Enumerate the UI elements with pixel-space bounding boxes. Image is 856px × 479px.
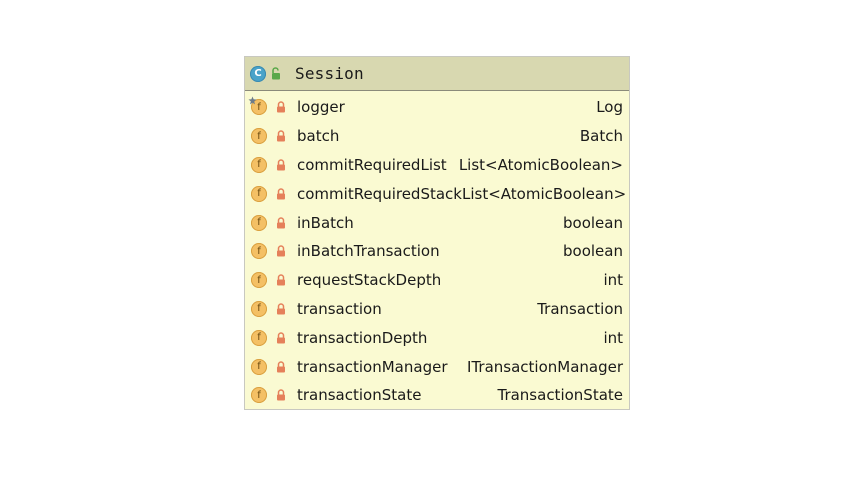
field-type: ITransactionManager [467,357,623,376]
field-type: Batch [579,127,623,146]
field-name: transactionManager [297,357,448,376]
field-icon: f [251,329,267,346]
private-lock-icon [275,101,287,113]
field-row[interactable]: f transactionManager ITransactionManager [245,352,629,381]
field-row[interactable]: f batch Batch [245,122,629,151]
field-type: List<AtomicBoolean> [462,184,627,203]
field-name: requestStackDepth [297,271,442,290]
class-header[interactable]: C Session [245,57,629,91]
field-list: f logger Log f batch Batch f commitRequiredList… [245,91,629,410]
field-name: transaction [297,299,382,318]
class-icon: C [250,65,266,82]
field-row[interactable]: f transaction Transaction [245,295,629,324]
private-lock-icon [275,303,287,315]
field-name: transactionState [297,386,422,405]
field-icon: f [251,243,267,260]
class-name: Session [295,64,364,83]
field-type: Log [596,98,623,117]
field-name: inBatchTransaction [297,242,440,261]
public-unlock-icon [269,67,283,81]
field-row[interactable]: f logger Log [245,93,629,122]
field-icon: f [251,128,267,145]
private-lock-icon [275,332,287,344]
field-icon: f [251,300,267,317]
field-type: int [603,271,623,290]
private-lock-icon [275,216,287,229]
field-type: Transaction [537,299,623,318]
private-lock-icon [275,360,287,373]
private-lock-icon [275,130,287,142]
field-icon: f [251,358,267,375]
field-type: boolean [563,242,623,261]
uml-class-box[interactable]: C Session f logger Log f batch Batch f commitRe… [244,56,630,410]
field-icon: f [251,185,267,202]
field-icon: f [251,387,267,404]
field-row[interactable]: f requestStackDepth int [245,266,629,295]
private-lock-icon [275,389,287,401]
field-type: boolean [563,213,623,232]
private-lock-icon [275,245,287,257]
field-row[interactable]: f commitRequiredList List<AtomicBoolean> [245,151,629,180]
field-name: transactionDepth [297,328,428,347]
static-marker-icon [248,96,257,105]
field-type: TransactionState [497,386,623,405]
field-row[interactable]: f transactionState TransactionState [245,381,629,410]
field-type: List<AtomicBoolean> [458,155,623,174]
field-row[interactable]: f transactionDepth int [245,323,629,352]
field-name: logger [297,98,345,117]
field-icon: f [248,96,267,116]
diagram-canvas: C Session f logger Log f batch Batch f commitRe… [0,0,856,479]
field-row[interactable]: f inBatchTransaction boolean [245,237,629,266]
private-lock-icon [275,188,287,200]
field-icon: f [251,156,267,173]
field-name: inBatch [297,213,354,232]
private-lock-icon [275,159,287,171]
field-name: commitRequiredList [297,155,447,174]
field-icon: f [251,214,267,231]
field-type: int [603,328,623,347]
field-name: commitRequiredStack [297,184,462,203]
field-name: batch [297,127,340,146]
private-lock-icon [275,274,287,286]
field-icon: f [251,272,267,289]
field-row[interactable]: f commitRequiredStack List<AtomicBoolean> [245,179,629,208]
field-row[interactable]: f inBatch boolean [245,208,629,237]
